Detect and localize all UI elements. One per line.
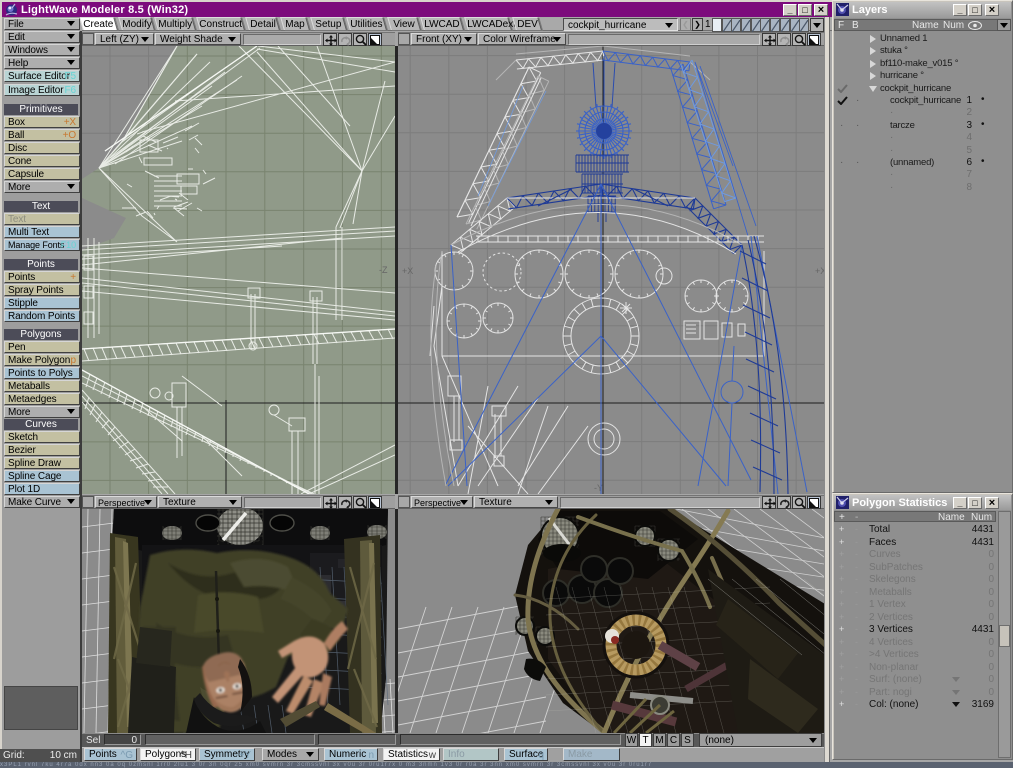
- svg-text:-Y: -Y: [594, 483, 603, 493]
- svg-text:+X: +X: [815, 266, 824, 276]
- svg-text:+X: +X: [402, 266, 413, 276]
- svg-text:-Z: -Z: [379, 265, 388, 275]
